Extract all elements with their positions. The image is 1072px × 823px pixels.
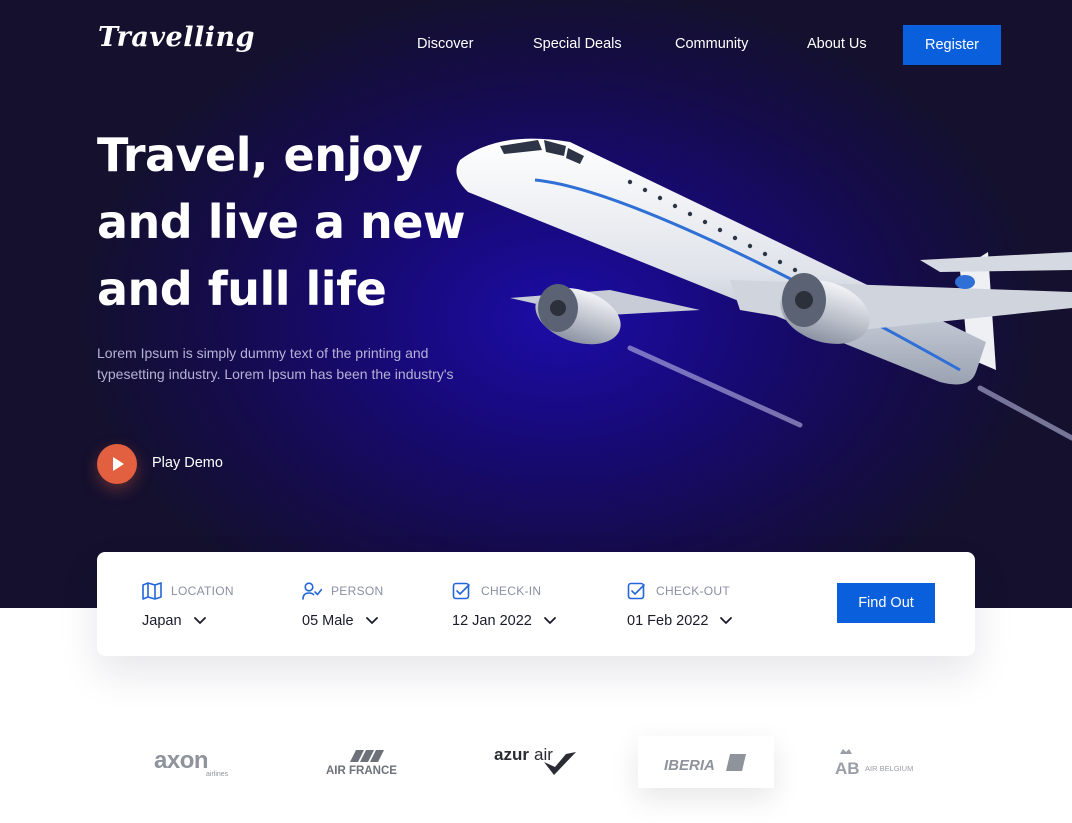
checkout-value: 01 Feb 2022 [627,613,709,629]
nav-community[interactable]: Community [675,36,748,52]
checkout-label: CHECK-OUT [656,584,731,598]
air-belgium-mark: AB [835,759,860,778]
booking-search-card: LOCATION Japan PERSON 05 Male CHECK-IN 1… [97,552,975,656]
hero-section: Travelling Discover Special Deals Commun… [0,0,1072,608]
location-value: Japan [142,613,182,629]
find-out-button[interactable]: Find Out [837,583,935,623]
airplane-illustration [456,138,1072,441]
map-icon [142,582,162,600]
user-check-icon [302,582,322,600]
chevron-down-icon [720,617,733,624]
hero-headline-line-1: Travel, enjoy [97,128,423,182]
partner-logos: axon airlines AIR FRANCE azur air IBERIA… [0,730,1072,810]
register-button[interactable]: Register [903,25,1001,65]
axon-airlines-logo: axon airlines [154,747,229,778]
air-france-logo: AIR FRANCE [326,750,397,777]
azur-wordmark: azur [494,745,529,764]
nav-discover[interactable]: Discover [417,36,473,52]
location-field: LOCATION Japan [142,582,234,629]
chevron-down-icon [193,617,206,624]
person-field: PERSON 05 Male [302,582,383,629]
azur-air-logo: azur air [494,745,576,775]
person-select[interactable]: 05 Male [302,613,383,629]
checkbox-icon [627,582,645,600]
axon-wordmark: axon [154,747,208,774]
checkout-field: CHECK-OUT 01 Feb 2022 [627,582,733,629]
nav-about-us[interactable]: About Us [807,36,867,52]
chevron-down-icon [365,617,378,624]
checkin-field: CHECK-IN 12 Jan 2022 [452,582,556,629]
nav-special-deals[interactable]: Special Deals [533,36,622,52]
iberia-wordmark: IBERIA [664,757,715,774]
checkin-label: CHECK-IN [481,584,542,598]
checkout-select[interactable]: 01 Feb 2022 [627,613,733,629]
checkin-value: 12 Jan 2022 [452,613,532,629]
iberia-logo: IBERIA [664,754,746,774]
chevron-down-icon [543,617,556,624]
azur-air-wordmark: air [534,745,553,764]
person-label: PERSON [331,584,384,598]
air-france-wordmark: AIR FRANCE [326,765,397,777]
hero-subtitle: Lorem Ipsum is simply dummy text of the … [97,345,454,382]
air-belgium-wordmark: AIR BELGIUM [865,764,913,773]
play-demo-label[interactable]: Play Demo [152,455,223,471]
hero-headline-line-3: and full life [97,262,387,316]
location-select[interactable]: Japan [142,613,234,629]
play-demo-button[interactable] [97,444,137,484]
hero-headline-line-2: and live a new [97,195,465,249]
hero-headline: Travel, enjoy and live a new and full li… [97,122,517,323]
air-belgium-logo: AB AIR BELGIUM [835,749,913,778]
checkbox-icon [452,582,470,600]
checkin-select[interactable]: 12 Jan 2022 [452,613,556,629]
location-label: LOCATION [171,584,234,598]
person-value: 05 Male [302,613,354,629]
axon-subtext: airlines [206,771,229,778]
